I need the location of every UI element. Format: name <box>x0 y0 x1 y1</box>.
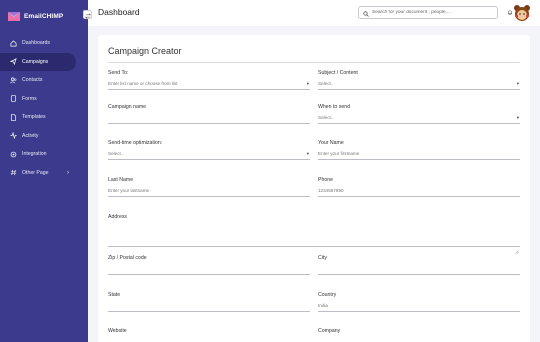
card-title: Campaign Creator <box>108 46 182 56</box>
field-label: Company <box>318 328 341 334</box>
dropdown-caret-icon: ▾ <box>306 151 309 156</box>
sidebar-item-label: Campaigns <box>22 58 49 65</box>
sidebar-item-templates[interactable]: Templates <box>0 108 88 127</box>
field-underline <box>108 274 310 275</box>
send-to-input[interactable]: Enter list name or choose from list <box>108 81 177 86</box>
search-box[interactable] <box>358 6 498 19</box>
sidebar-item-label: Integration <box>22 151 47 158</box>
select-value[interactable]: Select.. <box>318 81 333 86</box>
select-value[interactable]: Select.. <box>318 115 333 120</box>
sidebar-toggle-button[interactable] <box>83 10 92 19</box>
swap-arrows-icon <box>84 6 91 24</box>
sidebar: EmailCHIMP Dashboards Campaigns Contacts… <box>0 0 88 342</box>
activity-icon <box>9 132 17 140</box>
phone-input[interactable]: 1234567890 <box>318 188 344 193</box>
field-label: Address <box>108 214 128 220</box>
field-label: Last Name <box>108 177 134 183</box>
dropdown-caret-icon: ▾ <box>516 115 519 120</box>
last-name-input[interactable]: Enter your lastname <box>108 188 149 193</box>
home-icon <box>9 39 17 47</box>
campaign-creator-card: Campaign Creator Send To: Enter list nam… <box>98 35 530 342</box>
sidebar-item-label: Contacts <box>22 77 43 84</box>
field-underline <box>318 196 520 197</box>
field-underline <box>108 159 310 160</box>
field-label: Zip / Postal code <box>108 255 147 261</box>
sidebar-item-campaigns[interactable]: Campaigns <box>0 52 76 71</box>
first-name-input[interactable]: Enter your firstname <box>318 151 359 156</box>
field-label: Your Name <box>318 140 344 146</box>
sidebar-nav: Dashboards Campaigns Contacts Forms Temp… <box>0 34 88 182</box>
hash-icon <box>9 169 17 177</box>
field-underline <box>318 89 520 90</box>
field-label: When to send <box>318 104 351 110</box>
sidebar-item-forms[interactable]: Forms <box>0 90 88 109</box>
dropdown-caret-icon: ▾ <box>516 81 519 86</box>
sidebar-item-label: Other Page <box>22 169 49 176</box>
field-underline <box>318 123 520 124</box>
field-label: State <box>108 292 121 298</box>
sidebar-item-dashboards[interactable]: Dashboards <box>0 34 88 53</box>
field-label: Send To: <box>108 70 129 76</box>
sidebar-item-label: Dashboards <box>22 40 50 47</box>
sidebar-item-other-page[interactable]: Other Page › <box>0 164 88 183</box>
document-icon <box>9 113 17 121</box>
page-title: Dashboard <box>98 7 140 17</box>
field-label: Subject / Content <box>318 70 358 76</box>
mailchimp-logo-icon <box>8 11 20 22</box>
search-input[interactable] <box>372 10 492 15</box>
country-input[interactable]: India <box>318 303 328 308</box>
sidebar-item-integration[interactable]: Integration <box>0 145 88 164</box>
sidebar-item-label: Forms <box>22 95 37 102</box>
users-icon <box>9 76 17 84</box>
field-label: Campaign name <box>108 104 147 110</box>
field-label: City <box>318 255 327 261</box>
field-underline <box>108 311 310 312</box>
search-icon <box>363 4 369 22</box>
brand-name: EmailCHIMP <box>24 12 64 20</box>
sidebar-item-label: Activity <box>22 132 39 139</box>
gear-icon <box>9 150 17 158</box>
field-underline <box>318 311 520 312</box>
field-label: Country <box>318 292 337 298</box>
brand[interactable]: EmailCHIMP <box>0 0 88 32</box>
field-label: Phone <box>318 177 334 183</box>
chevron-right-icon: › <box>67 169 69 176</box>
field-label: Website <box>108 328 127 334</box>
field-underline <box>318 159 520 160</box>
resize-handle-icon[interactable] <box>515 241 519 254</box>
field-underline <box>108 196 310 197</box>
field-underline <box>108 123 310 124</box>
select-value[interactable]: Select.. <box>108 151 123 156</box>
field-underline <box>108 246 520 247</box>
send-icon <box>9 58 17 66</box>
field-underline <box>318 274 520 275</box>
sidebar-item-label: Templates <box>22 114 46 121</box>
dropdown-caret-icon: ▾ <box>306 81 309 86</box>
sidebar-item-activity[interactable]: Activity <box>0 127 88 146</box>
sidebar-item-contacts[interactable]: Contacts <box>0 71 88 90</box>
avatar[interactable] <box>513 4 531 22</box>
divider <box>108 62 520 63</box>
field-label: Send-time optimization: <box>108 140 163 146</box>
field-underline <box>108 89 310 90</box>
file-icon <box>9 95 17 103</box>
top-bar: Dashboard <box>83 0 540 26</box>
